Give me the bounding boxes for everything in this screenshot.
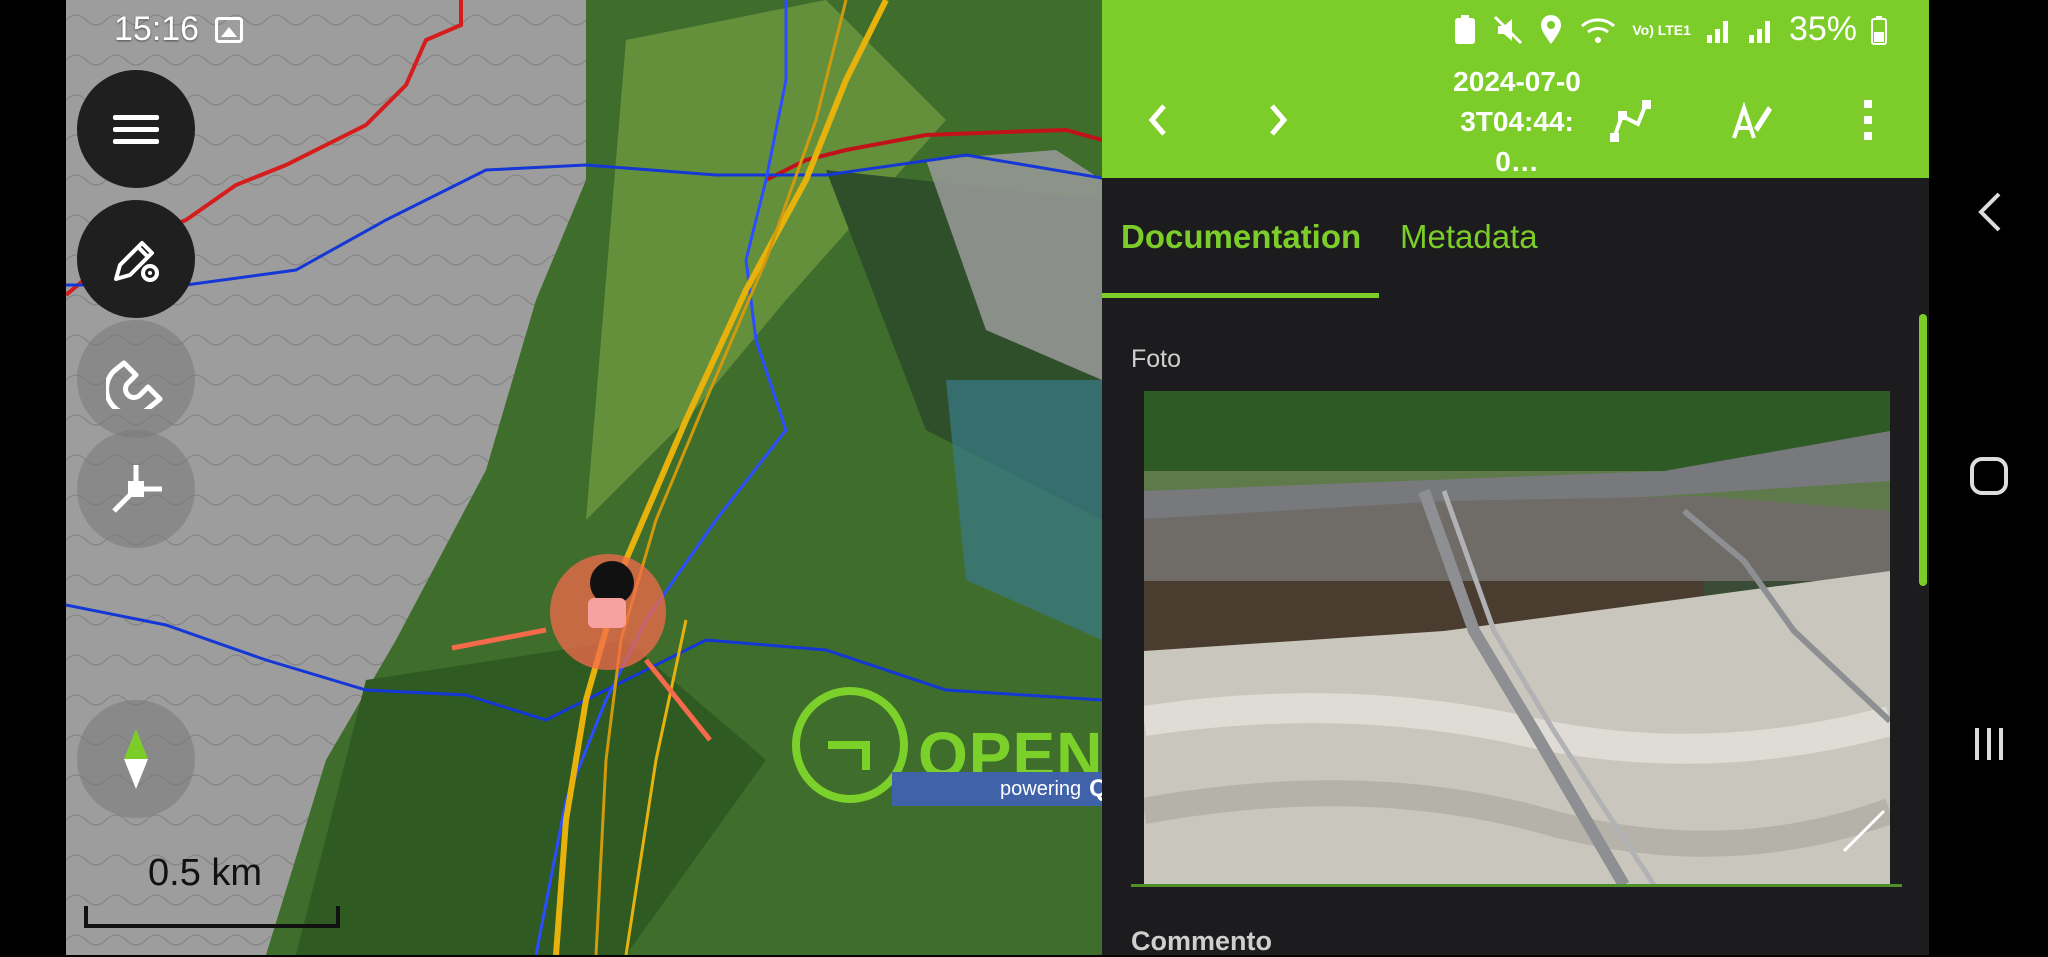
battery-percent: 35%: [1788, 10, 1857, 48]
map-view[interactable]: 15:16 0.5 km OPEN powering Q: [66, 0, 1102, 955]
more-options-button[interactable]: [1840, 92, 1896, 148]
magnet-icon: [106, 360, 163, 409]
signal-1-icon: [1706, 20, 1728, 43]
system-navigation-bar: [1929, 0, 2048, 955]
chevron-left-icon: [1148, 104, 1166, 136]
edit-geometry-button[interactable]: [1602, 92, 1658, 148]
edit-attributes-icon: [1732, 101, 1772, 139]
photo-image: [1144, 391, 1890, 885]
form-tabs: Documentation Metadata: [1102, 178, 1929, 298]
home-icon: [1970, 457, 2008, 495]
recents-icon: [1975, 728, 2003, 760]
clock: 15:16: [114, 10, 200, 48]
photo-attachment[interactable]: [1144, 391, 1890, 885]
main-menu-button[interactable]: [77, 70, 195, 188]
signal-2-icon: [1748, 20, 1770, 43]
edit-attributes-button[interactable]: [1724, 92, 1780, 148]
map-terrain: [66, 0, 1102, 955]
scale-bar: [84, 906, 340, 928]
recents-button[interactable]: [1957, 724, 2021, 764]
photo-field-underline: [1131, 884, 1902, 887]
digitize-button[interactable]: [77, 430, 195, 548]
form-toolbar: Vo) LTE1 35% 2024-07-03T04:44:0…: [1102, 0, 1929, 178]
next-feature-button[interactable]: [1250, 92, 1306, 148]
compass-icon: [124, 729, 148, 789]
watermark-tagline: powering QF: [892, 772, 1102, 806]
edit-settings-button[interactable]: [77, 200, 195, 318]
more-vertical-icon: [1864, 100, 1872, 140]
back-icon: [1978, 192, 2001, 232]
form-scrollbar[interactable]: [1919, 314, 1927, 586]
watermark-tagline-text: powering: [1000, 777, 1082, 800]
battery-icon: [1871, 15, 1887, 45]
mute-icon: [1494, 15, 1523, 44]
tab-metadata[interactable]: Metadata: [1400, 218, 1538, 256]
menu-icon: [113, 108, 159, 151]
location-icon: [1541, 14, 1562, 44]
active-tab-indicator: [1102, 293, 1379, 298]
screen: 15:16 0.5 km OPEN powering Q Vo) LTE1 35…: [0, 0, 2048, 956]
status-bar-right: Vo) LTE1 35%: [1452, 10, 1887, 49]
status-bar-left: 15:16: [114, 10, 244, 49]
home-button[interactable]: [1957, 456, 2021, 496]
edit-geometry-icon: [1610, 100, 1651, 142]
tab-documentation[interactable]: Documentation: [1121, 218, 1361, 256]
feature-form-panel: Vo) LTE1 35% 2024-07-03T04:44:0… Documen…: [1102, 0, 1929, 956]
battery-saver-icon: [1455, 14, 1476, 44]
photo-field-label: Foto: [1131, 345, 1182, 373]
network-label: Vo) LTE1: [1632, 21, 1691, 38]
compass-button[interactable]: [77, 700, 195, 818]
feature-title: 2024-07-03T04:44:0…: [1453, 66, 1581, 177]
previous-feature-button[interactable]: [1130, 92, 1186, 148]
image-notification-icon: [215, 16, 244, 43]
back-button[interactable]: [1957, 190, 2021, 234]
comment-field-label: Commento: [1131, 926, 1272, 956]
pencil-gear-icon: [114, 241, 159, 282]
watermark-tagline-suffix: QF: [1089, 775, 1102, 802]
chevron-right-icon: [1270, 104, 1288, 136]
scale-label: 0.5 km: [148, 852, 263, 894]
snapping-button[interactable]: [77, 320, 195, 438]
add-vertex-icon: [112, 465, 162, 513]
wifi-icon: [1581, 17, 1616, 43]
